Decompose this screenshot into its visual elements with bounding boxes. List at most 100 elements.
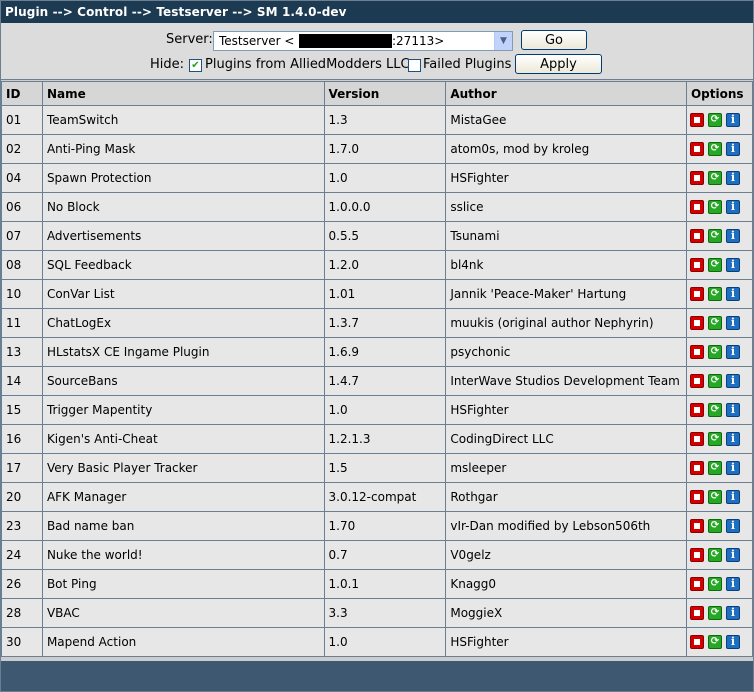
info-icon[interactable]: i xyxy=(725,374,740,388)
cell-author: Tsunami xyxy=(445,221,687,251)
reload-icon[interactable]: ⟳ xyxy=(707,577,722,591)
stop-icon[interactable] xyxy=(689,519,704,533)
cell-author: bl4nk xyxy=(445,250,687,280)
reload-icon[interactable]: ⟳ xyxy=(707,229,722,243)
hide-failed-label[interactable]: Failed Plugins xyxy=(423,54,511,76)
stop-icon[interactable] xyxy=(689,316,704,330)
info-icon[interactable]: i xyxy=(725,432,740,446)
server-select-value: Testserver < xyxy=(219,34,295,48)
reload-icon[interactable]: ⟳ xyxy=(707,142,722,156)
stop-icon[interactable] xyxy=(689,548,704,562)
cell-author: MoggieX xyxy=(445,598,687,628)
stop-icon[interactable] xyxy=(689,635,704,649)
reload-icon[interactable]: ⟳ xyxy=(707,287,722,301)
info-icon[interactable]: i xyxy=(725,519,740,533)
cell-id: 15 xyxy=(1,395,43,425)
cell-name: Nuke the world! xyxy=(41,540,325,570)
reload-icon[interactable]: ⟳ xyxy=(707,606,722,620)
reload-icon[interactable]: ⟳ xyxy=(707,432,722,446)
reload-icon[interactable]: ⟳ xyxy=(707,461,722,475)
reload-icon[interactable]: ⟳ xyxy=(707,635,722,649)
stop-icon[interactable] xyxy=(689,345,704,359)
info-icon[interactable]: i xyxy=(725,461,740,475)
cell-author: V0gelz xyxy=(445,540,687,570)
cell-options: ⟳ i xyxy=(685,424,754,454)
cell-name: HLstatsX CE Ingame Plugin xyxy=(41,337,325,367)
stop-icon[interactable] xyxy=(689,229,704,243)
apply-button[interactable]: Apply xyxy=(515,54,602,74)
stop-icon[interactable] xyxy=(689,171,704,185)
cell-version: 1.7.0 xyxy=(323,134,447,164)
stop-icon[interactable] xyxy=(689,490,704,504)
reload-icon[interactable]: ⟳ xyxy=(707,113,722,127)
info-icon[interactable]: i xyxy=(725,229,740,243)
cell-options: ⟳ i xyxy=(685,134,754,164)
info-icon[interactable]: i xyxy=(725,113,740,127)
info-icon[interactable]: i xyxy=(725,577,740,591)
cell-version: 1.4.7 xyxy=(323,366,447,396)
stop-icon[interactable] xyxy=(689,606,704,620)
cell-name: SQL Feedback xyxy=(41,250,325,280)
reload-icon[interactable]: ⟳ xyxy=(707,490,722,504)
cell-name: ConVar List xyxy=(41,279,325,309)
stop-icon[interactable] xyxy=(689,432,704,446)
table-row: 11 ChatLogEx 1.3.7 muukis (original author … xyxy=(1,308,754,338)
info-icon[interactable]: i xyxy=(725,142,740,156)
info-icon[interactable]: i xyxy=(725,606,740,620)
hide-failed-checkbox[interactable] xyxy=(408,59,421,72)
stop-icon[interactable] xyxy=(689,577,704,591)
stop-icon[interactable] xyxy=(689,403,704,417)
info-icon[interactable]: i xyxy=(725,548,740,562)
stop-icon[interactable] xyxy=(689,113,704,127)
cell-options: ⟳ i xyxy=(685,221,754,251)
reload-icon[interactable]: ⟳ xyxy=(707,316,722,330)
info-icon[interactable]: i xyxy=(725,490,740,504)
stop-icon[interactable] xyxy=(689,287,704,301)
table-row: 23 Bad name ban 1.70 vIr-Dan modified by Le… xyxy=(1,511,754,541)
cell-version: 0.5.5 xyxy=(323,221,447,251)
cell-version: 1.3 xyxy=(323,105,447,135)
cell-author: HSFighter xyxy=(445,163,687,193)
info-icon[interactable]: i xyxy=(725,287,740,301)
hide-allied-label[interactable]: Plugins from AlliedModders LLC xyxy=(205,54,410,76)
cell-version: 1.0 xyxy=(323,395,447,425)
reload-icon[interactable]: ⟳ xyxy=(707,200,722,214)
stop-icon[interactable] xyxy=(689,200,704,214)
info-icon[interactable]: i xyxy=(725,403,740,417)
cell-version: 1.2.1.3 xyxy=(323,424,447,454)
go-button[interactable]: Go xyxy=(521,30,587,50)
info-icon[interactable]: i xyxy=(725,345,740,359)
info-icon[interactable]: i xyxy=(725,635,740,649)
cell-name: VBAC xyxy=(41,598,325,628)
info-icon[interactable]: i xyxy=(725,171,740,185)
cell-options: ⟳ i xyxy=(685,453,754,483)
reload-icon[interactable]: ⟳ xyxy=(707,519,722,533)
table-row: 01 TeamSwitch 1.3 MistaGee ⟳ i xyxy=(1,105,754,135)
cell-author: CodingDirect LLC xyxy=(445,424,687,454)
server-label: Server: xyxy=(166,32,213,47)
reload-icon[interactable]: ⟳ xyxy=(707,403,722,417)
cell-options: ⟳ i xyxy=(685,366,754,396)
reload-icon[interactable]: ⟳ xyxy=(707,171,722,185)
reload-icon[interactable]: ⟳ xyxy=(707,548,722,562)
cell-name: AFK Manager xyxy=(41,482,325,512)
server-select[interactable]: Testserver < :27113> ▼ xyxy=(213,31,513,51)
stop-icon[interactable] xyxy=(689,258,704,272)
hide-allied-checkbox[interactable]: ✔ xyxy=(189,59,202,72)
reload-icon[interactable]: ⟳ xyxy=(707,374,722,388)
stop-icon[interactable] xyxy=(689,374,704,388)
table-row: 24 Nuke the world! 0.7 V0gelz ⟳ i xyxy=(1,540,754,570)
cell-options: ⟳ i xyxy=(685,337,754,367)
info-icon[interactable]: i xyxy=(725,316,740,330)
stop-icon[interactable] xyxy=(689,142,704,156)
table-row: 02 Anti-Ping Mask 1.7.0 atom0s, mod by krol… xyxy=(1,134,754,164)
cell-name: Very Basic Player Tracker xyxy=(41,453,325,483)
chevron-down-icon[interactable]: ▼ xyxy=(494,32,512,50)
reload-icon[interactable]: ⟳ xyxy=(707,258,722,272)
info-icon[interactable]: i xyxy=(725,258,740,272)
stop-icon[interactable] xyxy=(689,461,704,475)
info-icon[interactable]: i xyxy=(725,200,740,214)
cell-id: 10 xyxy=(1,279,43,309)
reload-icon[interactable]: ⟳ xyxy=(707,345,722,359)
cell-version: 1.0.1 xyxy=(323,569,447,599)
